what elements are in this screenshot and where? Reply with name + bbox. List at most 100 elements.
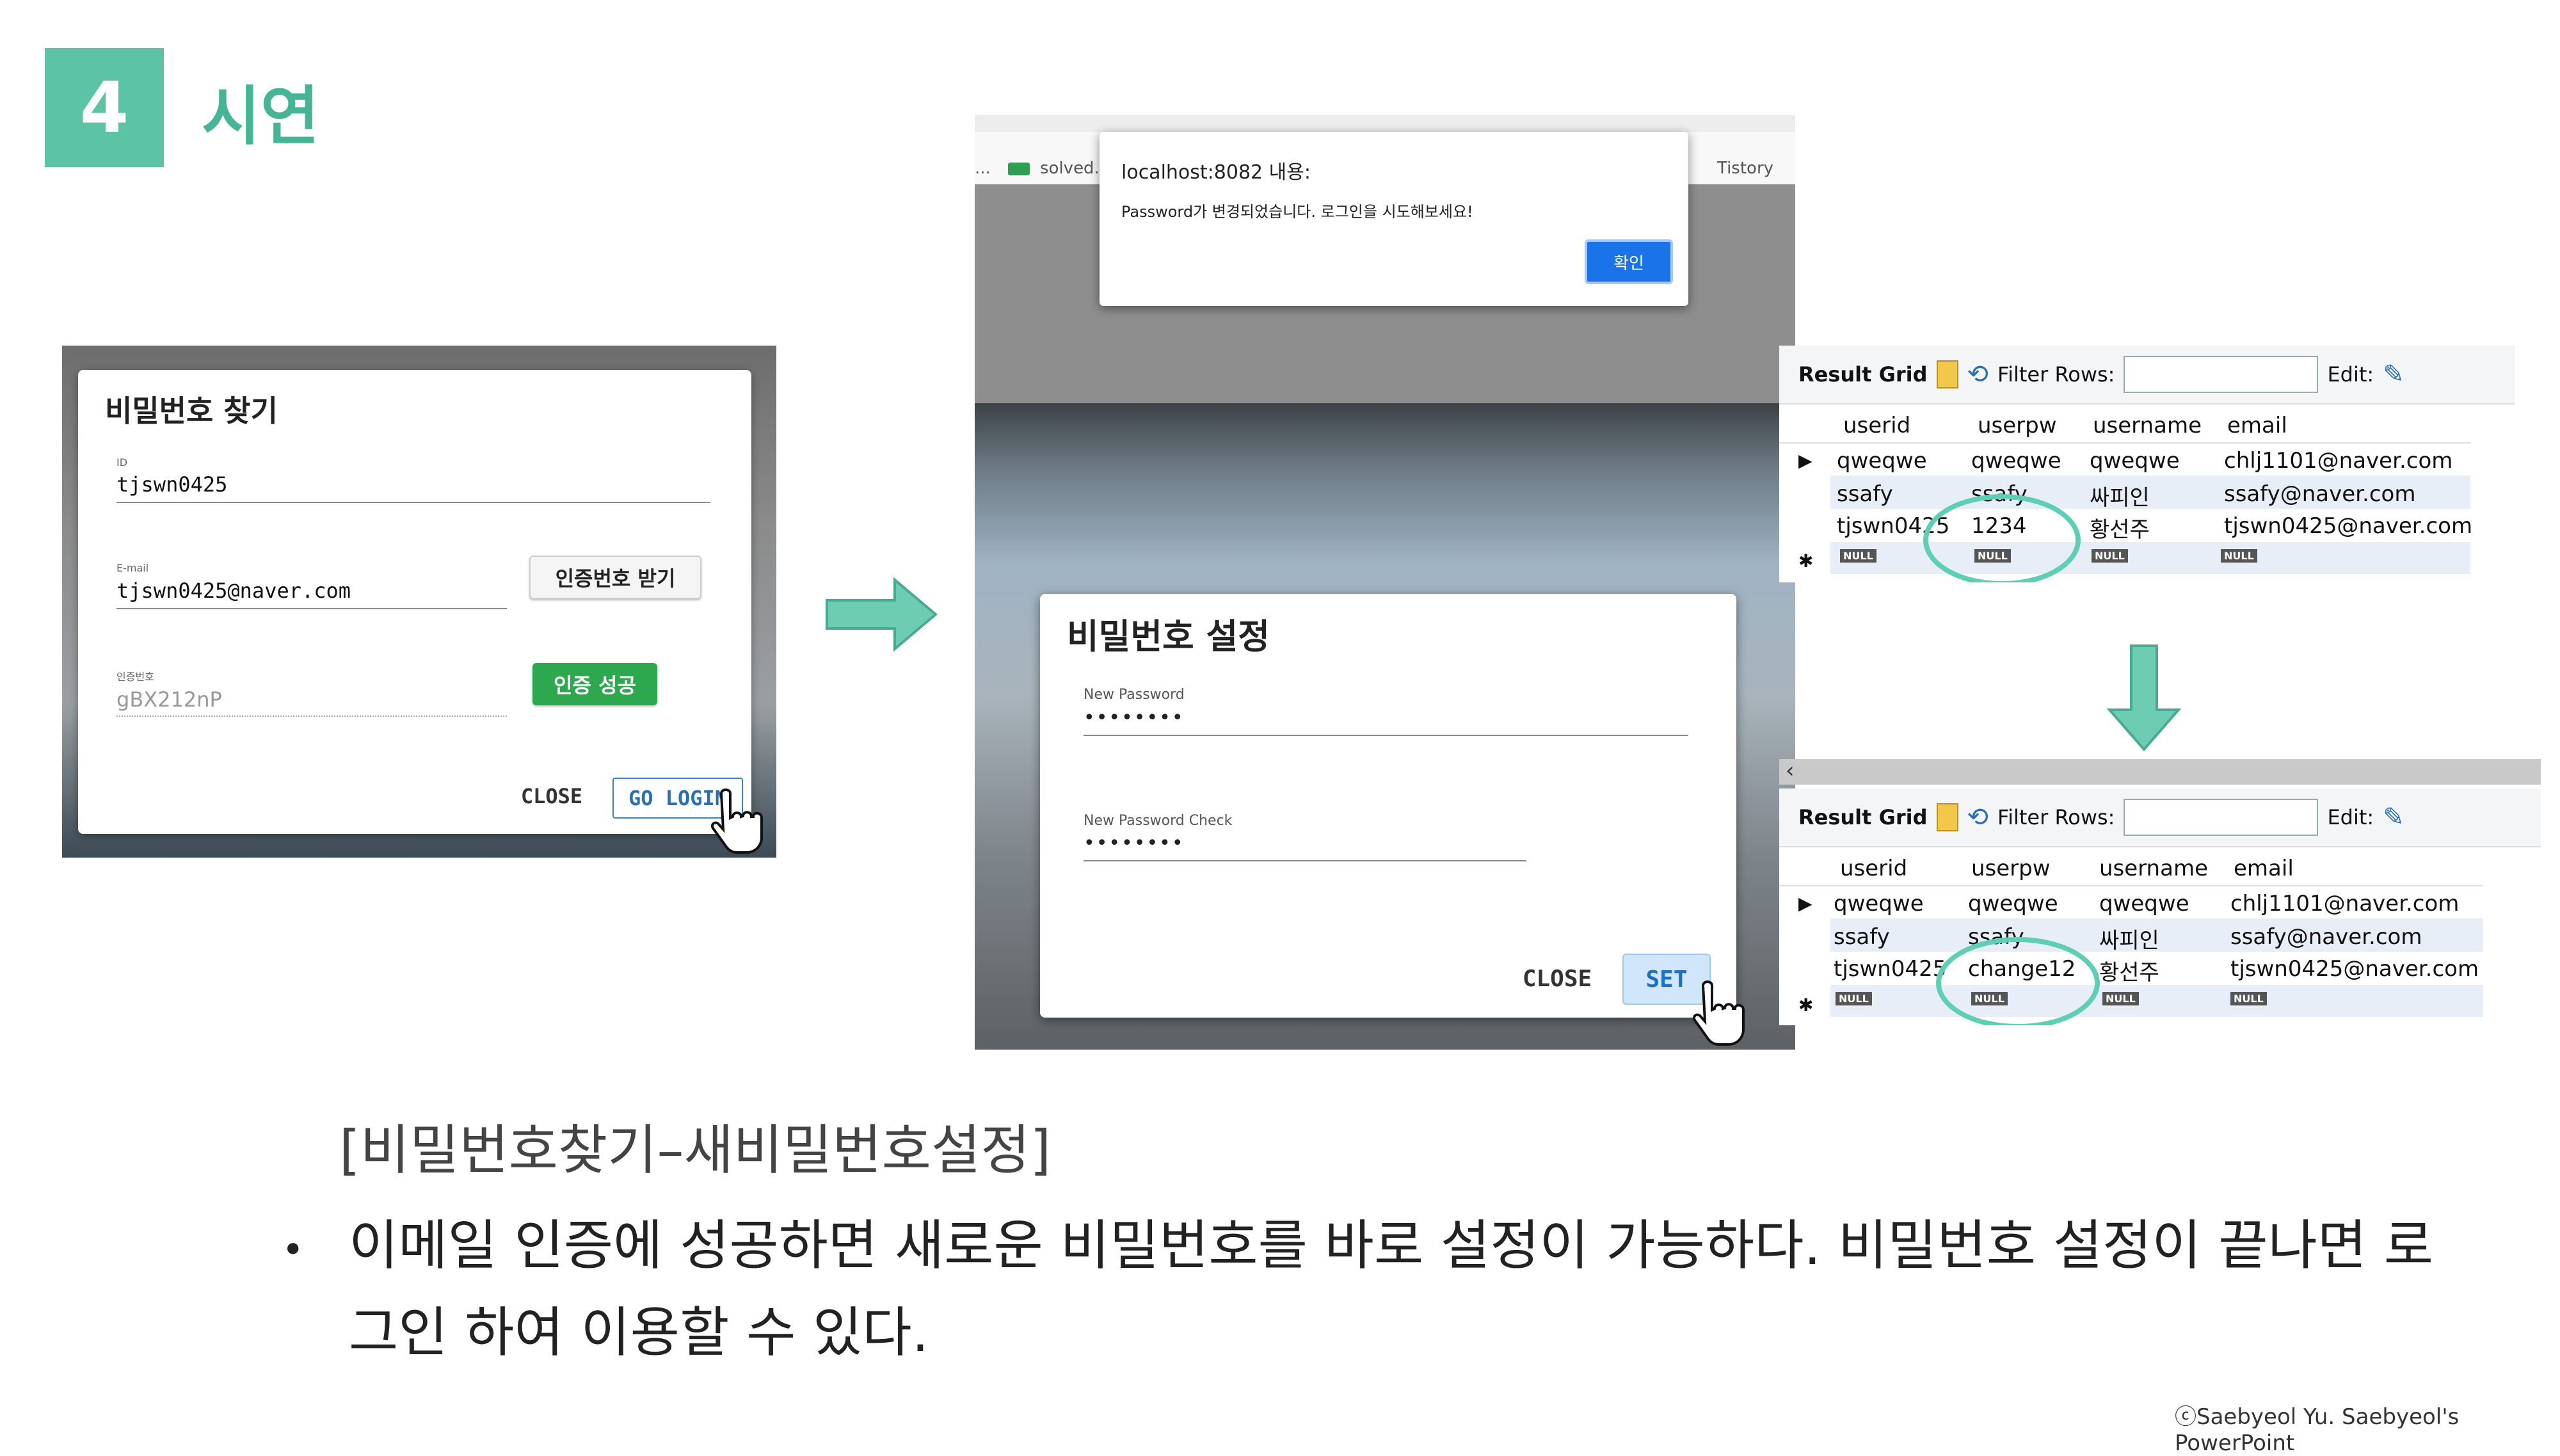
filter-rows-label: Filter Rows: [1997, 362, 2115, 387]
null-tag: NULL [2092, 549, 2128, 563]
section-number: 4 [79, 67, 129, 148]
result-grid-before: Result Grid ⟲ Filter Rows: Edit: ✎ useri… [1779, 346, 2515, 582]
set-password-screenshot: ... solved.a Tistory localhost:8082 내용: … [975, 115, 1795, 1050]
column-header-email[interactable]: email [2234, 856, 2294, 881]
cell-email[interactable]: ssafy@naver.com [2224, 481, 2415, 507]
column-header-userpw[interactable]: userpw [1978, 413, 2057, 438]
cell-email[interactable]: tjswn0425@naver.com [2224, 513, 2472, 539]
dialog-title: 비밀번호 설정 [1067, 616, 1270, 657]
result-grid-label: Result Grid [1798, 805, 1928, 829]
column-header-username[interactable]: username [2093, 413, 2202, 438]
id-field[interactable]: tjswn0425 [116, 467, 710, 503]
row-pointer-icon: ▶ [1798, 893, 1812, 914]
column-header-userid[interactable]: userid [1840, 856, 1907, 881]
cell-userid[interactable]: ssafy [1834, 924, 1890, 950]
new-row-icon: ✱ [1798, 550, 1814, 572]
new-password-value: •••••••• [1084, 707, 1185, 729]
alert-ok-button[interactable]: 확인 [1585, 239, 1673, 284]
new-password-field[interactable]: •••••••• [1084, 703, 1688, 736]
filter-rows-input[interactable] [2124, 799, 2319, 836]
cell-username[interactable]: 싸피인 [2099, 923, 2159, 954]
figure-caption: [비밀번호찾기–새비밀번호설정] [339, 1119, 1052, 1181]
close-button[interactable]: CLOSE [1503, 956, 1612, 1002]
cell-username[interactable]: qweqwe [2090, 448, 2180, 474]
grid-header-row: userid userpw username email [1779, 849, 2483, 886]
refresh-icon[interactable]: ⟲ [1967, 803, 1989, 832]
cell-username[interactable]: 황선주 [2099, 955, 2159, 986]
copyright-notice: ⓒSaebyeol Yu. Saebyeol's PowerPoint [2175, 1404, 2460, 1456]
result-grid-after: Result Grid ⟲ Filter Rows: Edit: ✎ useri… [1779, 788, 2541, 1025]
browser-alert-dialog: localhost:8082 내용: Password가 변경되었습니다. 로그… [1100, 132, 1688, 306]
arrow-right-icon [826, 577, 938, 652]
email-value: tjswn0425@naver.com [116, 579, 351, 603]
filter-rows-label: Filter Rows: [1997, 805, 2115, 829]
cell-userid[interactable]: ssafy [1837, 481, 1893, 507]
cell-userid[interactable]: tjswn0425 [1834, 956, 1946, 982]
cell-email[interactable]: chlj1101@naver.com [2230, 891, 2459, 916]
alert-message: Password가 변경되었습니다. 로그인을 시도해보세요! [1121, 203, 1473, 221]
cell-userpw[interactable]: qweqwe [1968, 891, 2058, 916]
bookmark-overflow[interactable]: ... [975, 159, 991, 178]
hand-cursor-icon [711, 788, 763, 854]
find-password-screenshot: 비밀번호 찾기 ID tjswn0425 E-mail tjswn0425@na… [62, 346, 776, 858]
new-password-label: New Password [1084, 687, 1185, 703]
cell-email[interactable]: tjswn0425@naver.com [2230, 956, 2479, 982]
email-field[interactable]: tjswn0425@naver.com [116, 572, 507, 609]
section-number-badge: 4 [45, 48, 164, 167]
id-value: tjswn0425 [116, 472, 228, 497]
cell-email[interactable]: chlj1101@naver.com [2224, 448, 2452, 474]
refresh-icon[interactable]: ⟲ [1967, 360, 1989, 389]
column-header-username[interactable]: username [2099, 856, 2208, 881]
browser-tab-strip [975, 115, 1795, 132]
grid-view-icon[interactable] [1936, 360, 1958, 388]
code-field[interactable]: gBX212nP [116, 680, 507, 717]
null-tag: NULL [2102, 992, 2139, 1005]
horizontal-scrollbar[interactable]: ‹ [1779, 758, 2541, 785]
bullet-point: • [282, 1228, 305, 1272]
set-password-dialog: 비밀번호 설정 New Password •••••••• New Passwo… [1040, 594, 1736, 1018]
cell-username[interactable]: qweqwe [2099, 891, 2189, 916]
cell-userid[interactable]: qweqwe [1837, 448, 1927, 474]
verify-success-button[interactable]: 인증 성공 [532, 663, 657, 705]
description-text: 이메일 인증에 성공하면 새로운 비밀번호를 바로 설정이 가능하다. 비밀번호… [349, 1214, 2434, 1364]
result-grid-label: Result Grid [1798, 362, 1928, 387]
close-button[interactable]: CLOSE [504, 776, 600, 816]
get-code-button[interactable]: 인증번호 받기 [529, 556, 701, 599]
highlight-circle [1936, 937, 2100, 1025]
password-check-label: New Password Check [1084, 813, 1233, 829]
cell-userid[interactable]: qweqwe [1834, 891, 1924, 916]
code-value: gBX212nP [116, 687, 222, 712]
column-header-email[interactable]: email [2227, 413, 2287, 438]
edit-pencil-icon[interactable]: ✎ [2383, 360, 2404, 389]
cell-username[interactable]: 황선주 [2090, 512, 2150, 543]
cell-username[interactable]: 싸피인 [2090, 480, 2150, 511]
null-tag: NULL [2221, 549, 2257, 563]
null-tag: NULL [1836, 992, 1872, 1005]
null-tag: NULL [1840, 549, 1876, 563]
column-header-userpw[interactable]: userpw [1971, 856, 2051, 881]
hand-cursor-icon [1693, 980, 1745, 1046]
dialog-title: 비밀번호 찾기 [105, 394, 278, 428]
slide-title: 시연 [202, 79, 319, 154]
cell-userpw[interactable]: qweqwe [1971, 448, 2061, 474]
arrow-down-icon [2106, 644, 2182, 752]
grid-toolbar: Result Grid ⟲ Filter Rows: Edit: ✎ [1779, 346, 2515, 404]
scroll-left-icon[interactable]: ‹ [1786, 758, 1795, 783]
grid-toolbar: Result Grid ⟲ Filter Rows: Edit: ✎ [1779, 788, 2541, 847]
grid-view-icon[interactable] [1936, 803, 1958, 831]
password-check-field[interactable]: •••••••• [1084, 828, 1526, 861]
edit-label: Edit: [2327, 362, 2374, 387]
row-highlight [1830, 985, 2483, 1017]
new-row-icon: ✱ [1798, 995, 1814, 1016]
null-tag: NULL [2230, 992, 2267, 1005]
highlight-circle [1923, 494, 2081, 582]
cell-email[interactable]: ssafy@naver.com [2230, 924, 2422, 950]
bookmark-tistory[interactable]: Tistory [1717, 159, 1773, 178]
alert-title: localhost:8082 내용: [1121, 161, 1311, 184]
edit-label: Edit: [2327, 805, 2374, 829]
filter-rows-input[interactable] [2124, 356, 2319, 393]
row-pointer-icon: ▶ [1798, 450, 1812, 471]
column-header-userid[interactable]: userid [1843, 413, 1910, 438]
password-check-value: •••••••• [1084, 832, 1185, 854]
edit-pencil-icon[interactable]: ✎ [2383, 803, 2404, 832]
